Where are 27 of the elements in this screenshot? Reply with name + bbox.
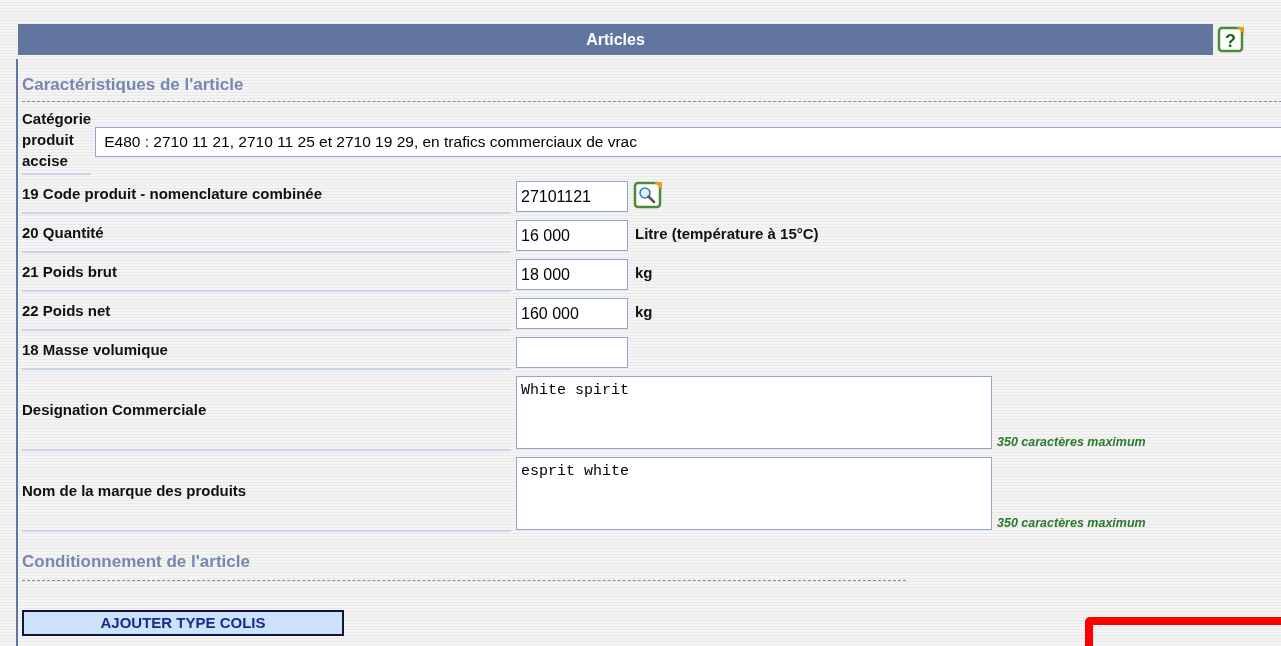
unit-label: kg	[635, 264, 653, 281]
section-title: Caractéristiques de l'article	[22, 74, 245, 95]
input-field[interactable]: 16 000	[516, 220, 628, 251]
help-icon[interactable]: ?	[1217, 25, 1245, 54]
field-label: 18 Masse volumique	[22, 341, 168, 358]
input-field[interactable]: 160 000	[516, 298, 628, 329]
add-package-type-button[interactable]: AJOUTER TYPE COLIS	[22, 610, 344, 636]
field-label: Nom de la marque des produits	[22, 482, 247, 499]
section-title: Conditionnement de l'article	[22, 551, 251, 572]
field-label: Designation Commerciale	[22, 401, 207, 418]
unit-label: Litre (température à 15°C)	[635, 225, 819, 242]
section-header: Articles	[18, 24, 1213, 55]
input-field[interactable]: 18 000	[516, 259, 628, 290]
field-label: 21 Poids brut	[22, 263, 118, 280]
input-field[interactable]	[516, 337, 628, 368]
unit-label: kg	[635, 303, 653, 320]
hint-text: 350 caractères maximum	[997, 516, 1146, 530]
text-area[interactable]: White spirit	[516, 376, 992, 449]
text-area[interactable]: esprit white	[516, 457, 992, 530]
category-field[interactable]: E480 : 2710 11 21, 2710 11 25 et 2710 19 29, en trafics commerciaux de vrac	[95, 126, 1281, 157]
field-label: 19 Code produit - nomenclature combinée	[22, 185, 323, 202]
hint-text: 350 caractères maximum	[997, 435, 1146, 449]
search-icon[interactable]	[633, 180, 663, 209]
field-label: Catégorie produit accise	[22, 108, 92, 175]
input-field[interactable]: 27101121	[516, 181, 628, 212]
field-label: 22 Poids net	[22, 302, 111, 319]
field-label: 20 Quantité	[22, 224, 104, 241]
